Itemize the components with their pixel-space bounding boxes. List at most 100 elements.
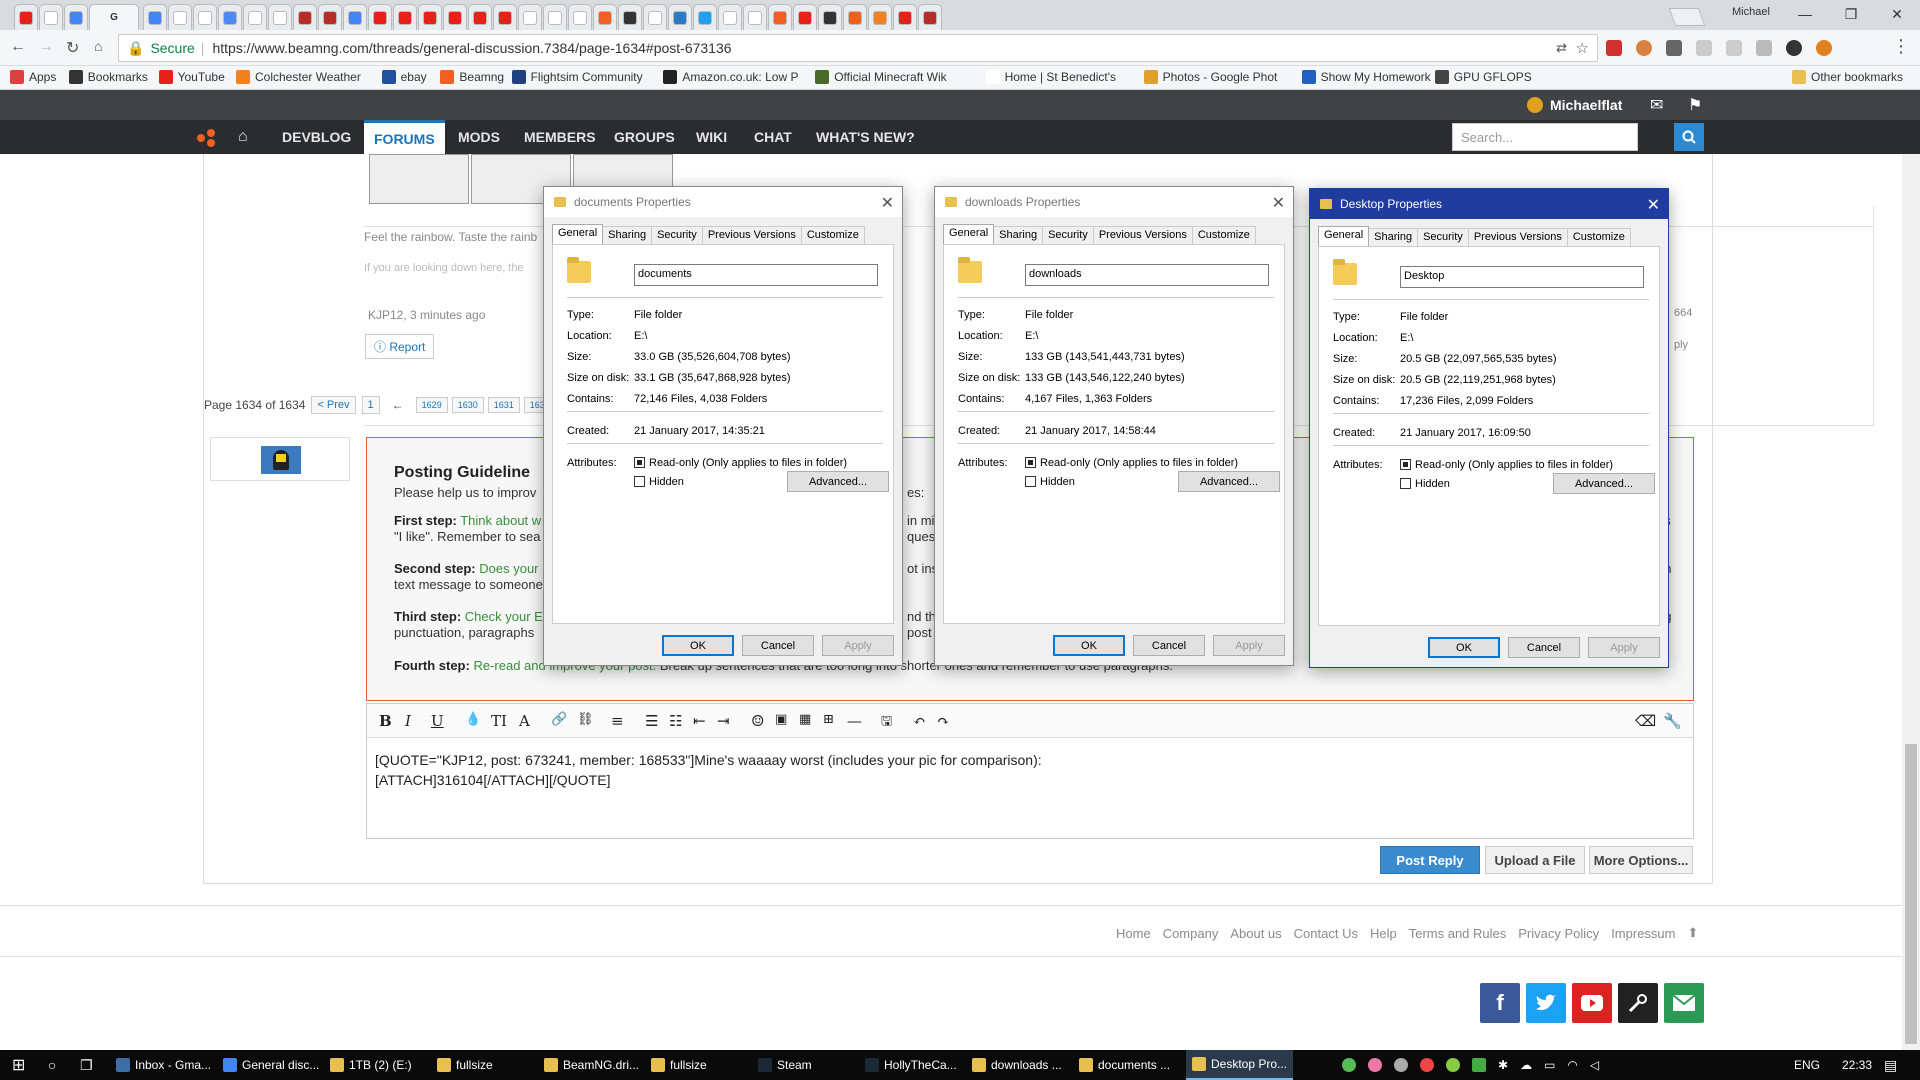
nav-wiki[interactable]: WIKI: [686, 120, 737, 154]
tab-general[interactable]: General: [943, 224, 995, 244]
browser-tab[interactable]: [443, 4, 467, 30]
undo-icon[interactable]: ↶: [913, 712, 926, 730]
bookmark-item[interactable]: Bookmarks: [68, 70, 148, 84]
page-dots[interactable]: ←: [392, 398, 404, 412]
nav-chat[interactable]: CHAT: [744, 120, 802, 154]
other-bookmarks[interactable]: Other bookmarks: [1792, 70, 1903, 84]
bullet-list-icon[interactable]: ☰: [645, 712, 658, 730]
tray-app-icon[interactable]: [1342, 1058, 1356, 1072]
browser-tab[interactable]: [843, 4, 867, 30]
tab-general[interactable]: General: [552, 224, 604, 244]
browser-tab[interactable]: [368, 4, 392, 30]
close-icon[interactable]: ✕: [1272, 193, 1285, 213]
extension-grey-icon[interactable]: [1696, 40, 1712, 56]
taskbar-item[interactable]: fullsize: [437, 1050, 493, 1080]
tray-app-icon[interactable]: [1394, 1058, 1408, 1072]
advanced-button[interactable]: Advanced...: [787, 471, 889, 492]
browser-tab[interactable]: [293, 4, 317, 30]
link-icon[interactable]: 🔗: [551, 712, 567, 727]
footer-link[interactable]: Help: [1370, 926, 1397, 941]
folder-name-field[interactable]: Desktop: [1400, 266, 1644, 288]
tab-security[interactable]: Security: [1042, 226, 1094, 244]
search-button[interactable]: [1674, 123, 1704, 151]
report-button[interactable]: ⓘ Report: [365, 334, 435, 359]
tab-previous-versions[interactable]: Previous Versions: [701, 226, 802, 244]
advanced-button[interactable]: Advanced...: [1553, 473, 1655, 494]
browser-tab[interactable]: [793, 4, 817, 30]
bookmark-item[interactable]: Photos - Google Phot: [1143, 70, 1277, 84]
dialog-titlebar[interactable]: Desktop Properties ✕: [1310, 189, 1668, 219]
browser-tab[interactable]: [39, 4, 63, 30]
language-indicator[interactable]: ENG: [1794, 1050, 1820, 1080]
browser-tab[interactable]: [768, 4, 792, 30]
outdent-icon[interactable]: ⇤: [693, 712, 706, 730]
browser-tab[interactable]: [493, 4, 517, 30]
font-family-icon[interactable]: A: [519, 712, 530, 730]
folder-name-field[interactable]: documents: [634, 264, 878, 286]
footer-link[interactable]: Contact Us: [1294, 926, 1358, 941]
hidden-checkbox[interactable]: Hidden: [1025, 476, 1075, 488]
taskbar-item[interactable]: documents ...: [1079, 1050, 1170, 1080]
steam-icon[interactable]: [1618, 983, 1658, 1023]
browser-tab[interactable]: [393, 4, 417, 30]
page-link[interactable]: 1631: [487, 397, 520, 413]
scrollbar-thumb[interactable]: [1905, 744, 1917, 1044]
nav-groups[interactable]: GROUPS: [604, 120, 685, 154]
scroll-top-icon[interactable]: ⬆: [1687, 925, 1698, 941]
reload-icon[interactable]: ↻: [66, 38, 79, 58]
youtube-icon[interactable]: [1572, 983, 1612, 1023]
post-author-date[interactable]: KJP12, 3 minutes ago: [368, 308, 485, 322]
bookmark-item[interactable]: Official Minecraft Wik: [815, 70, 947, 84]
beamng-logo[interactable]: [196, 128, 216, 148]
ok-button[interactable]: OK: [1428, 637, 1500, 658]
bold-icon[interactable]: B: [379, 712, 392, 730]
cancel-button[interactable]: Cancel: [742, 635, 814, 656]
forward-icon[interactable]: →: [38, 38, 54, 56]
clock[interactable]: 22:33: [1842, 1050, 1872, 1080]
taskbar-item[interactable]: BeamNG.dri...: [544, 1050, 639, 1080]
readonly-checkbox[interactable]: Read-only (Only applies to files in fold…: [1025, 457, 1238, 469]
facebook-icon[interactable]: f: [1480, 983, 1520, 1023]
ok-button[interactable]: OK: [1053, 635, 1125, 656]
upload-file-button[interactable]: Upload a File: [1485, 846, 1585, 874]
back-icon[interactable]: ←: [10, 38, 26, 56]
tab-customize[interactable]: Customize: [800, 226, 865, 244]
extension-network-icon[interactable]: [1786, 40, 1802, 56]
browser-tab[interactable]: [593, 4, 617, 30]
browser-tab[interactable]: [668, 4, 692, 30]
battery-icon[interactable]: ▭: [1544, 1058, 1555, 1072]
extension-bulb-icon[interactable]: [1816, 40, 1832, 56]
taskbar-item[interactable]: 1TB (2) (E:): [330, 1050, 412, 1080]
page-link[interactable]: 1629: [415, 397, 448, 413]
indent-icon[interactable]: ⇥: [717, 712, 730, 730]
horizontal-rule-icon[interactable]: —: [847, 712, 862, 730]
profile-name[interactable]: Michael: [1732, 6, 1770, 18]
apply-button[interactable]: Apply: [1213, 635, 1285, 656]
browser-tab[interactable]: [718, 4, 742, 30]
post-reply-button[interactable]: Post Reply: [1380, 846, 1480, 874]
extension-cookie-icon[interactable]: [1636, 40, 1652, 56]
apply-button[interactable]: Apply: [822, 635, 894, 656]
nav-whatsnew[interactable]: WHAT'S NEW?: [806, 120, 925, 154]
image-icon[interactable]: ▣: [775, 712, 787, 727]
italic-icon[interactable]: I: [405, 712, 411, 730]
tab-customize[interactable]: Customize: [1191, 226, 1256, 244]
browser-tab[interactable]: [268, 4, 292, 30]
attachment-thumbnail[interactable]: [369, 154, 469, 204]
browser-tab[interactable]: [318, 4, 342, 30]
taskbar-item[interactable]: Inbox - Gma...: [116, 1050, 211, 1080]
bookmark-item[interactable]: Beamng: [440, 70, 504, 84]
home-icon[interactable]: ⌂: [238, 120, 248, 154]
tab-previous-versions[interactable]: Previous Versions: [1467, 228, 1568, 246]
browser-tab[interactable]: [143, 4, 167, 30]
browser-tab[interactable]: [218, 4, 242, 30]
browser-tab[interactable]: [168, 4, 192, 30]
restore-icon[interactable]: ❐: [1828, 0, 1874, 28]
tab-security[interactable]: Security: [1417, 228, 1469, 246]
footer-link[interactable]: Impressum: [1611, 926, 1675, 941]
browser-tab[interactable]: [743, 4, 767, 30]
tab-sharing[interactable]: Sharing: [602, 226, 653, 244]
browser-tab[interactable]: [543, 4, 567, 30]
footer-link[interactable]: Privacy Policy: [1518, 926, 1599, 941]
readonly-checkbox[interactable]: Read-only (Only applies to files in fold…: [634, 457, 847, 469]
